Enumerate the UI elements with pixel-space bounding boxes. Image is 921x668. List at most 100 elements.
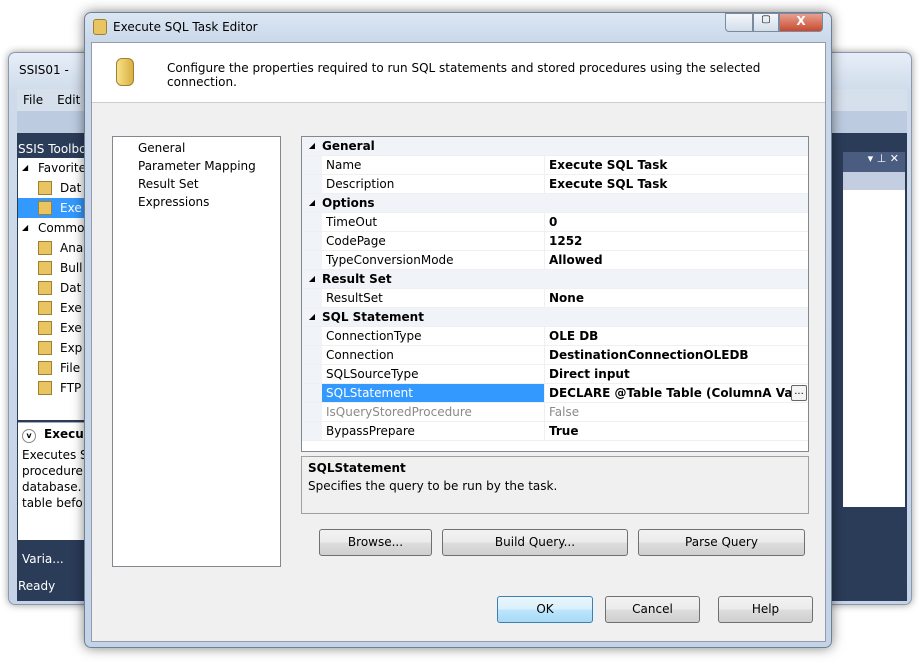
minimize-button[interactable] (725, 13, 753, 32)
property-name: ResultSet (322, 289, 545, 307)
browse-button[interactable]: Browse... (319, 529, 432, 556)
property-value-text: Direct input (549, 367, 630, 381)
help-button[interactable]: Help (718, 596, 813, 623)
row-gutter (302, 175, 322, 193)
property-name: CodePage (322, 232, 545, 250)
property-value-text: 0 (549, 215, 558, 229)
property-name: SQLSourceType (322, 365, 545, 383)
property-description: SQLStatement Specifies the query to be r… (301, 456, 809, 514)
property-value-text: DestinationConnectionOLEDB (549, 348, 749, 362)
property-row[interactable]: ConnectionType OLE DB (302, 327, 808, 346)
property-category[interactable]: ◢ Options (302, 194, 808, 213)
cancel-button[interactable]: Cancel (605, 596, 700, 623)
property-value-text: None (549, 291, 584, 305)
property-name: BypassPrepare (322, 422, 545, 440)
sql-task-icon (116, 58, 134, 86)
property-value[interactable]: DestinationConnectionOLEDB (545, 346, 808, 364)
property-value-text: Execute SQL Task (549, 158, 668, 172)
nav-general[interactable]: General (138, 139, 280, 157)
property-row[interactable]: TypeConversionMode Allowed (302, 251, 808, 270)
property-value[interactable]: Allowed (545, 251, 808, 269)
property-row[interactable]: BypassPrepare True (302, 422, 808, 441)
property-row[interactable]: SQLStatement DECLARE @Table Table (Column… (302, 384, 808, 403)
property-value[interactable]: True (545, 422, 808, 440)
property-value-text: Allowed (549, 253, 603, 267)
property-row[interactable]: TimeOut 0 (302, 213, 808, 232)
row-gutter (302, 232, 322, 250)
dialog-body: Configure the properties required to run… (91, 42, 826, 642)
property-row[interactable]: CodePage 1252 (302, 232, 808, 251)
parse-query-button[interactable]: Parse Query (638, 529, 805, 556)
row-gutter (302, 346, 322, 364)
header-text: Configure the properties required to run… (167, 61, 761, 89)
row-gutter (302, 327, 322, 345)
property-row[interactable]: Description Execute SQL Task (302, 175, 808, 194)
menu-file[interactable]: File (23, 93, 43, 107)
build-query-button[interactable]: Build Query... (442, 529, 628, 556)
property-value[interactable]: Execute SQL Task (545, 156, 808, 174)
category-label: SQL Statement (322, 310, 424, 324)
row-gutter (302, 289, 322, 307)
property-name: SQLStatement (322, 384, 545, 402)
property-row[interactable]: ResultSet None (302, 289, 808, 308)
property-row[interactable]: IsQueryStoredProcedure False (302, 403, 808, 422)
category-label: General (322, 139, 375, 153)
property-value-text: OLE DB (549, 329, 599, 343)
property-value-text: False (549, 405, 580, 419)
property-value-text: True (549, 424, 579, 438)
property-category[interactable]: ◢ Result Set (302, 270, 808, 289)
ok-button[interactable]: OK (497, 596, 593, 623)
nav-result-set[interactable]: Result Set (138, 175, 280, 193)
property-name: ConnectionType (322, 327, 545, 345)
property-name: Connection (322, 346, 545, 364)
property-value[interactable]: None (545, 289, 808, 307)
menu-edit[interactable]: Edit (57, 93, 80, 107)
property-name: Description (322, 175, 545, 193)
property-value[interactable]: DECLARE @Table Table (ColumnA VarChar(1.… (545, 384, 808, 402)
property-value-text: DECLARE @Table Table (ColumnA VarChar(1 (549, 386, 808, 400)
collapse-arrow-icon[interactable]: ◢ (302, 137, 322, 155)
close-button[interactable]: X (779, 13, 823, 32)
property-value[interactable]: Execute SQL Task (545, 175, 808, 193)
main-window-title: SSIS01 - (19, 63, 69, 77)
maximize-button[interactable]: ▢ (753, 13, 779, 32)
row-gutter (302, 384, 322, 402)
nav-expressions[interactable]: Expressions (138, 193, 280, 211)
execute-sql-task-editor-dialog: Execute SQL Task Editor ▢ X Configure th… (84, 12, 832, 648)
description-text: Specifies the query to be run by the tas… (308, 479, 558, 493)
property-value-text: Execute SQL Task (549, 177, 668, 191)
row-gutter (302, 251, 322, 269)
property-value[interactable]: 1252 (545, 232, 808, 250)
category-label: Options (322, 196, 375, 210)
row-gutter (302, 403, 322, 421)
property-name: TypeConversionMode (322, 251, 545, 269)
row-gutter (302, 365, 322, 383)
property-row[interactable]: Connection DestinationConnectionOLEDB (302, 346, 808, 365)
category-label: Result Set (322, 272, 392, 286)
property-value[interactable]: Direct input (545, 365, 808, 383)
nav-parameter-mapping[interactable]: Parameter Mapping (138, 157, 280, 175)
property-value-text: 1252 (549, 234, 583, 248)
collapse-arrow-icon[interactable]: ◢ (302, 308, 322, 326)
property-value[interactable]: OLE DB (545, 327, 808, 345)
header-band: Configure the properties required to run… (92, 43, 825, 103)
property-name: IsQueryStoredProcedure (322, 403, 545, 421)
property-grid: ◢ General Name Execute SQL Task Description E… (301, 136, 809, 452)
row-gutter (302, 156, 322, 174)
property-row[interactable]: Name Execute SQL Task (302, 156, 808, 175)
task-icon (93, 19, 107, 35)
dialog-title: Execute SQL Task Editor (113, 20, 258, 34)
property-row[interactable]: SQLSourceType Direct input (302, 365, 808, 384)
property-category[interactable]: ◢ General (302, 137, 808, 156)
row-gutter (302, 213, 322, 231)
ellipsis-button[interactable]: ... (791, 385, 807, 401)
page-nav-list: General Parameter Mapping Result Set Exp… (112, 136, 281, 567)
property-name: Name (322, 156, 545, 174)
collapse-arrow-icon[interactable]: ◢ (302, 194, 322, 212)
collapse-arrow-icon[interactable]: ◢ (302, 270, 322, 288)
property-value[interactable]: 0 (545, 213, 808, 231)
property-value[interactable]: False (545, 403, 808, 421)
row-gutter (302, 422, 322, 440)
property-name: TimeOut (322, 213, 545, 231)
property-category[interactable]: ◢ SQL Statement (302, 308, 808, 327)
